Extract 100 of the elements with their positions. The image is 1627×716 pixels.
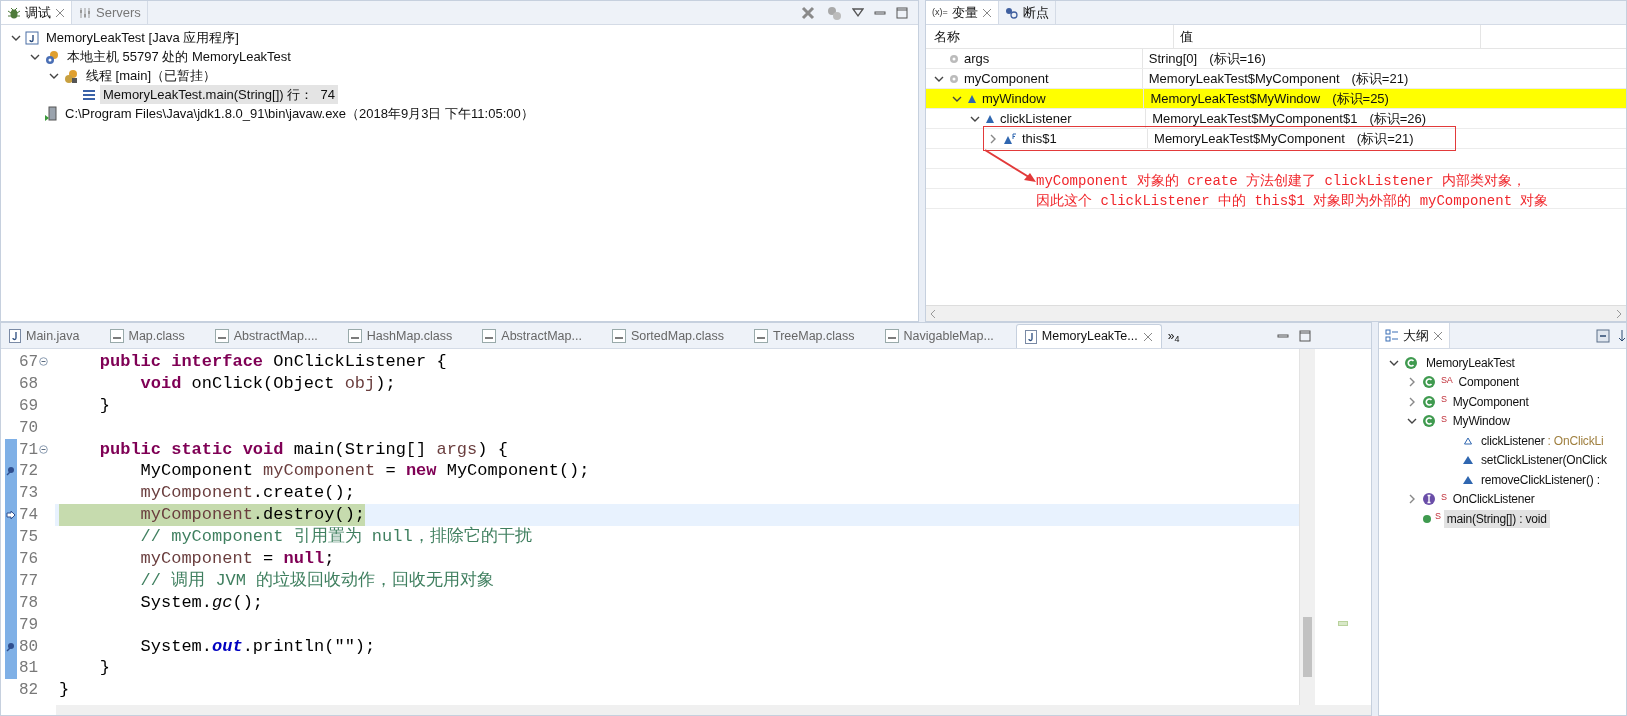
line-number: 75	[19, 527, 39, 549]
horizontal-scrollbar[interactable]	[926, 305, 1626, 321]
line-number: 72	[19, 461, 39, 483]
outline-item[interactable]: MyWindow	[1449, 412, 1513, 431]
variable-row[interactable]: myWindow MemoryLeakTest$MyWindow (标识=25)	[926, 89, 1626, 109]
class-icon	[1422, 394, 1438, 409]
variable-name: myWindow	[982, 89, 1046, 108]
remove-launches-icon[interactable]	[800, 4, 816, 21]
outline-icon	[1385, 328, 1399, 343]
object-id: (标识=16)	[1209, 49, 1266, 68]
maximize-icon[interactable]	[896, 6, 908, 19]
outline-tab[interactable]: 大纲	[1379, 323, 1450, 348]
line-number: 77	[19, 570, 39, 592]
line-number: 68	[19, 373, 39, 395]
editor-tab[interactable]: AbstractMap...	[474, 324, 604, 348]
variable-name: args	[964, 49, 990, 68]
collapse-icon[interactable]	[39, 445, 49, 454]
column-header[interactable]: 值	[1180, 26, 1193, 47]
tree-item[interactable]: MemoryLeakTest.main(String[]) 行： 74	[100, 84, 338, 105]
triangle-icon	[985, 113, 995, 124]
more-tabs-indicator[interactable]: »$_{4}$	[1167, 326, 1180, 345]
breakpoint-marker-icon[interactable]	[6, 466, 16, 477]
class-file-icon	[482, 329, 497, 343]
variable-name: clickListener	[1000, 109, 1072, 128]
scroll-left-icon[interactable]	[929, 308, 937, 319]
arrow	[984, 149, 1038, 185]
code-line: }	[59, 679, 70, 702]
chevron-right-icon[interactable]	[1407, 377, 1417, 388]
close-icon[interactable]	[1433, 330, 1443, 341]
chevron-right-icon[interactable]	[988, 133, 998, 144]
maximize-icon[interactable]	[1299, 329, 1311, 342]
view-tab[interactable]: (x)= 变量	[926, 1, 999, 24]
tree-item[interactable]: MemoryLeakTest [Java 应用程序]	[43, 27, 242, 48]
outline-item[interactable]: MemoryLeakTest	[1423, 353, 1518, 372]
outline-item[interactable]: OnClickListener	[1449, 490, 1538, 509]
object-id: (标识=21)	[1356, 129, 1414, 148]
class-file-icon	[347, 329, 362, 343]
column-header[interactable]: 名称	[934, 26, 960, 47]
modifier-label: S	[1441, 393, 1447, 406]
variable-value: String[0]	[1148, 49, 1198, 68]
editor-tab[interactable]: SortedMap.class	[603, 324, 746, 348]
interface-icon	[1422, 492, 1438, 507]
variable-row[interactable]: this$1 MemoryLeakTest$MyComponent (标识=21)	[926, 129, 1626, 149]
outline-item[interactable]: removeClickListener() :	[1478, 470, 1603, 489]
editor-tab[interactable]: Main.java	[1, 324, 102, 348]
variable-value: MemoryLeakTest$MyComponent	[1154, 129, 1345, 148]
editor-tab[interactable]: HashMap.class	[339, 324, 475, 348]
variable-name: myComponent	[964, 69, 1049, 88]
modifier-label: S	[1441, 490, 1447, 504]
close-icon[interactable]	[981, 7, 992, 18]
editor-tab[interactable]: MemoryLeakTe...	[1015, 324, 1162, 348]
code-line: // 调用 JVM 的垃圾回收动作，回收无用对象	[139, 569, 495, 592]
class-file-icon	[611, 329, 626, 343]
chevron-right-icon[interactable]	[1407, 396, 1417, 407]
gears-icon[interactable]	[826, 4, 842, 21]
collapse-icon[interactable]	[39, 357, 49, 367]
variable-value: MemoryLeakTest$MyWindow	[1150, 89, 1321, 108]
scroll-right-icon[interactable]	[1615, 308, 1623, 319]
object-id: (标识=26)	[1369, 109, 1427, 128]
variable-row[interactable]: clickListener MemoryLeakTest$MyComponent$1 (标识=26)	[926, 109, 1626, 129]
sort-icon[interactable]	[1618, 328, 1626, 343]
vertical-scrollbar[interactable]	[1299, 349, 1315, 705]
modifier-label: S	[1435, 510, 1441, 523]
view-tab[interactable]: 调试	[1, 1, 72, 24]
horizontal-scrollbar[interactable]	[56, 705, 1371, 715]
stack-frame-icon	[82, 88, 96, 101]
variable-row[interactable]: args String[0] (标识=16)	[926, 49, 1626, 69]
scrollbar-thumb[interactable]	[1303, 617, 1312, 677]
editor-tab[interactable]: Map.class	[101, 324, 207, 348]
variable-value: MemoryLeakTest$MyComponent	[1148, 69, 1340, 88]
chevron-right-icon[interactable]	[1407, 494, 1417, 505]
editor-tab[interactable]: TreeMap.class	[746, 324, 877, 348]
variable-name: this$1	[1022, 129, 1057, 148]
line-number: 79	[19, 614, 39, 636]
java-file-icon	[25, 30, 39, 45]
line-number: 71	[19, 439, 39, 461]
editor-tab[interactable]: NavigableMap...	[876, 324, 1016, 348]
editor-tab[interactable]: AbstractMap....	[206, 324, 340, 348]
tree-item[interactable]: C:\Program Files\Java\jdk1.8.0_91\bin\javaw.exe（2018年9月3日 下午11:05:00）	[62, 103, 537, 124]
collapse-all-icon[interactable]	[1596, 328, 1610, 343]
server-icon	[78, 5, 92, 20]
gears-icon	[63, 67, 79, 84]
line-number: 70	[19, 417, 39, 439]
code-line: System.out.println("");	[139, 635, 376, 658]
view-menu-icon[interactable]	[852, 7, 864, 18]
close-icon[interactable]	[55, 7, 65, 18]
triangle-icon	[967, 93, 977, 104]
outline-item[interactable]: setClickListener(OnClick	[1478, 451, 1610, 470]
outline-item[interactable]: clickListener : OnClickLi	[1478, 431, 1607, 450]
outline-item[interactable]: main(String[]) : void	[1443, 509, 1550, 528]
breakpoint-marker-icon[interactable]	[6, 641, 16, 652]
code-line: }	[98, 394, 110, 417]
close-icon[interactable]	[1142, 331, 1153, 342]
tree-item[interactable]: 线程 [main]（已暂挂）	[83, 65, 219, 86]
class-icon	[1404, 355, 1420, 370]
outline-item[interactable]: MyComponent	[1449, 392, 1532, 411]
code-line: myComponent.create();	[139, 482, 355, 505]
tree-item[interactable]: 本地主机 55797 处的 MemoryLeakTest	[64, 46, 294, 67]
outline-item[interactable]: Component	[1455, 373, 1522, 392]
line-number: 81	[19, 658, 39, 680]
